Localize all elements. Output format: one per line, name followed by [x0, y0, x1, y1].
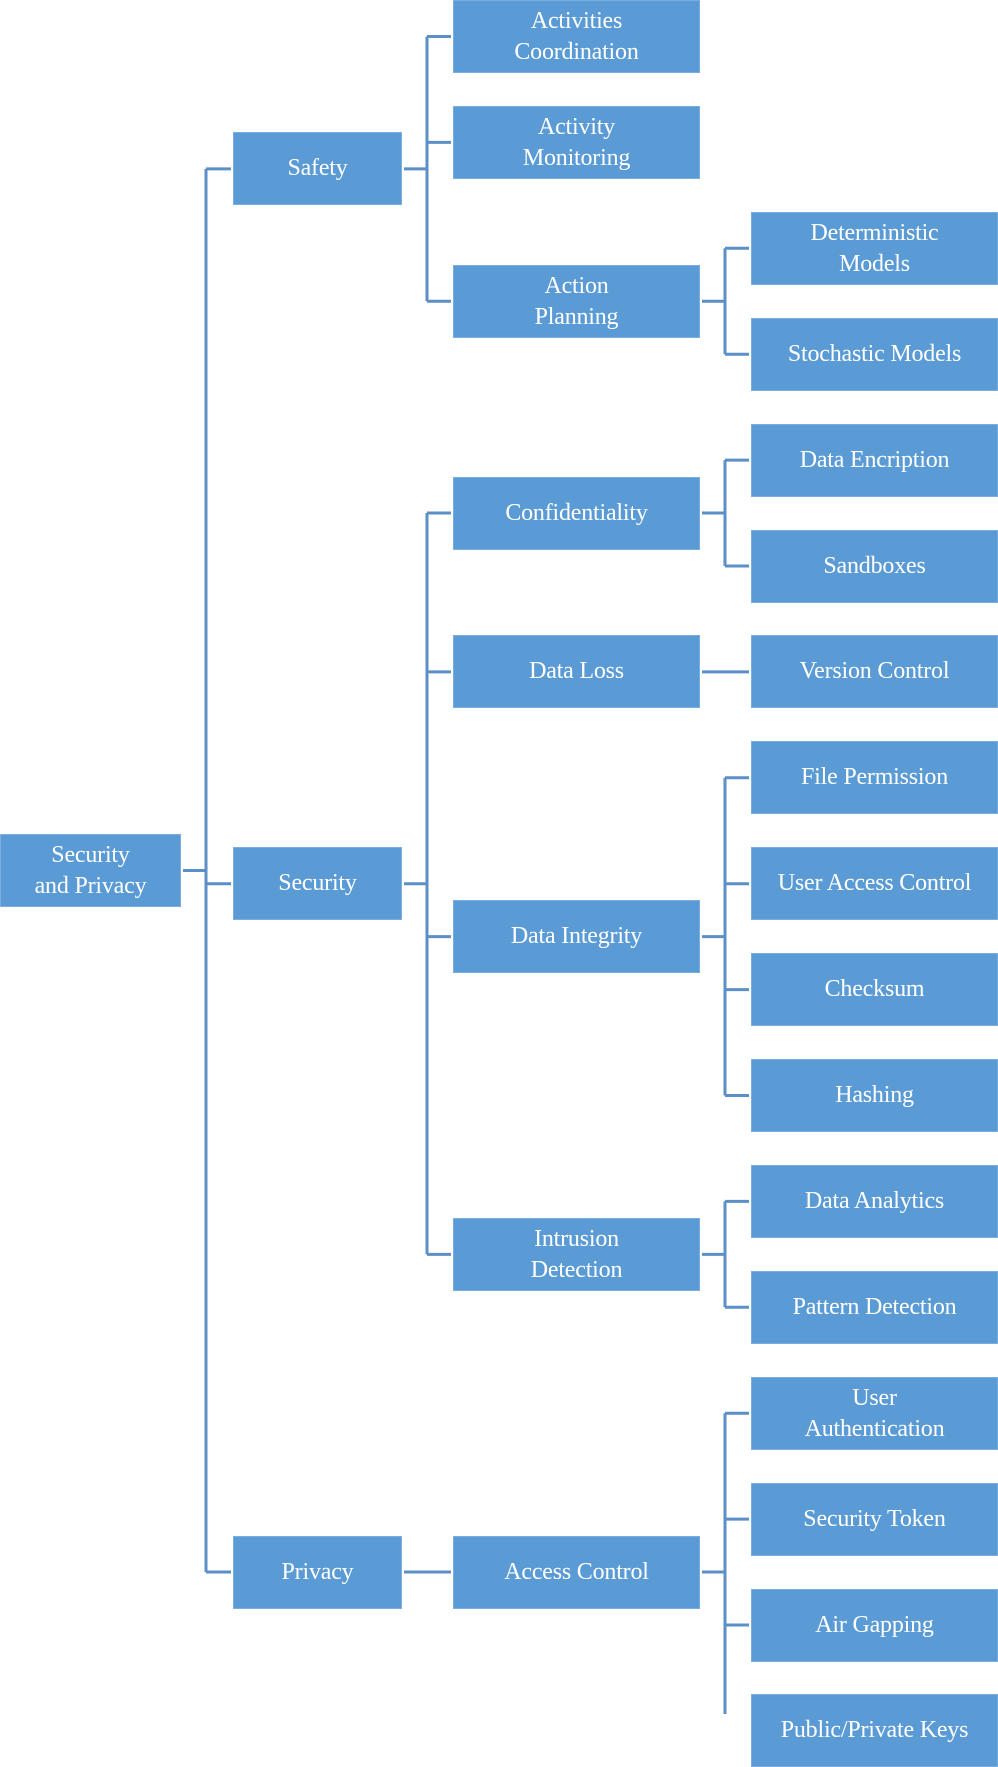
node-sandboxes: Sandboxes [751, 530, 998, 603]
node-data-analytics: Data Analytics [751, 1165, 998, 1238]
node-checksum: Checksum [751, 953, 998, 1026]
node-intrusion-detection: Intrusion Detection [453, 1218, 700, 1291]
node-hashing: Hashing [751, 1059, 998, 1132]
node-stochastic-models: Stochastic Models [751, 318, 998, 391]
node-activity-monitoring: Activity Monitoring [453, 106, 700, 179]
node-confidentiality: Confidentiality [453, 477, 700, 550]
node-data-encription: Data Encription [751, 424, 998, 497]
node-file-permission: File Permission [751, 741, 998, 814]
node-action-planning: Action Planning [453, 265, 700, 338]
node-data-loss: Data Loss [453, 635, 700, 708]
node-public-private-keys: Public/Private Keys [751, 1694, 998, 1767]
node-security-token: Security Token [751, 1483, 998, 1556]
node-security-and-privacy: Security and Privacy [0, 834, 181, 907]
node-pattern-detection: Pattern Detection [751, 1271, 998, 1344]
node-version-control: Version Control [751, 635, 998, 708]
node-access-control: Access Control [453, 1536, 700, 1609]
node-security: Security [233, 847, 402, 920]
node-safety: Safety [233, 132, 402, 205]
node-privacy: Privacy [233, 1536, 402, 1609]
node-air-gapping: Air Gapping [751, 1589, 998, 1662]
security-privacy-tree-diagram: Security and Privacy Safety Activities Coo… [0, 0, 998, 1767]
node-user-authentication: User Authentication [751, 1377, 998, 1450]
node-data-integrity: Data Integrity [453, 900, 700, 973]
node-activities-coordination: Activities Coordination [453, 0, 700, 73]
node-user-access-control: User Access Control [751, 847, 998, 920]
node-deterministic-models: Deterministic Models [751, 212, 998, 285]
